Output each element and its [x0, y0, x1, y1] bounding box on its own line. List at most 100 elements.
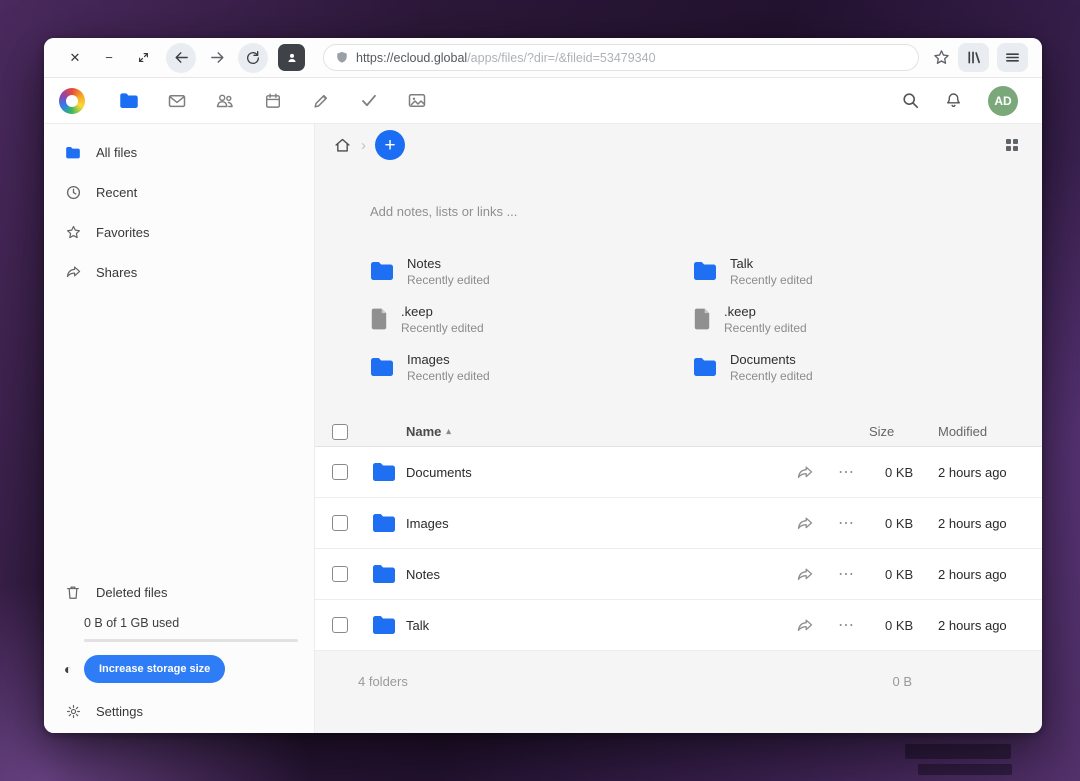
select-checkbox[interactable] — [332, 515, 348, 531]
sidebar-bottom: Deleted files 0 B of 1 GB used ◐ Increas… — [44, 572, 314, 731]
contacts-app-icon[interactable] — [201, 78, 249, 124]
grid-view-toggle-icon[interactable] — [1005, 138, 1019, 152]
url-bar[interactable]: https://ecloud.global/apps/files/?dir=/&… — [323, 44, 919, 71]
search-icon[interactable] — [902, 92, 919, 109]
reload-icon[interactable] — [238, 43, 268, 73]
desktop-watermark — [918, 764, 1012, 775]
menu-hamburger-icon[interactable] — [997, 43, 1028, 72]
new-file-button[interactable]: + — [375, 130, 405, 160]
file-name: Talk — [406, 618, 793, 633]
folder-icon — [693, 261, 717, 281]
select-checkbox[interactable] — [332, 566, 348, 582]
share-icon[interactable] — [793, 567, 817, 582]
folder-icon — [372, 513, 396, 533]
more-actions-icon[interactable]: ⋯ — [834, 615, 858, 635]
more-actions-icon[interactable]: ⋯ — [834, 513, 858, 533]
desktop-watermark — [905, 744, 1011, 759]
file-table-body: Documents ⋯ 0 KB 2 hours ago Images ⋯ 0 … — [315, 447, 1042, 651]
recommended-sub: Recently edited — [407, 369, 490, 383]
file-modified: 2 hours ago — [938, 465, 1034, 480]
table-row[interactable]: Talk ⋯ 0 KB 2 hours ago — [315, 600, 1042, 651]
select-checkbox[interactable] — [332, 617, 348, 633]
file-modified: 2 hours ago — [938, 516, 1034, 531]
ecloud-logo[interactable] — [59, 88, 85, 114]
app-switcher — [105, 78, 441, 124]
share-icon[interactable] — [793, 618, 817, 633]
mail-app-icon[interactable] — [153, 78, 201, 124]
tasks-app-icon[interactable] — [345, 78, 393, 124]
url-text: https://ecloud.global/apps/files/?dir=/&… — [356, 51, 656, 65]
table-row[interactable]: Notes ⋯ 0 KB 2 hours ago — [315, 549, 1042, 600]
sidebar-item-label: Recent — [96, 185, 137, 200]
trash-icon — [64, 585, 82, 600]
sidebar-item-settings[interactable]: Settings — [44, 691, 314, 731]
table-row[interactable]: Documents ⋯ 0 KB 2 hours ago — [315, 447, 1042, 498]
browser-profile-icon[interactable] — [278, 44, 305, 71]
recommended-files: NotesRecently edited TalkRecently edited… — [370, 252, 1042, 386]
recommended-sub: Recently edited — [724, 321, 807, 335]
quota-text: 0 B of 1 GB used — [44, 616, 314, 630]
recommended-item[interactable]: .keepRecently edited — [370, 300, 693, 338]
resize-icon[interactable] — [126, 51, 160, 64]
sidebar-item-label: Shares — [96, 265, 137, 280]
home-icon[interactable] — [334, 137, 351, 153]
table-row[interactable]: Images ⋯ 0 KB 2 hours ago — [315, 498, 1042, 549]
recommended-name: .keep — [724, 304, 807, 319]
increase-storage-button[interactable]: Increase storage size — [84, 655, 225, 683]
site-security-icon[interactable] — [336, 51, 348, 64]
plus-icon: + — [384, 136, 395, 155]
sidebar-item-favorites[interactable]: Favorites — [44, 212, 314, 252]
sidebar-item-all-files[interactable]: All files — [44, 132, 314, 172]
recommended-item[interactable]: TalkRecently edited — [693, 252, 1042, 290]
close-icon[interactable]: ✕ — [58, 50, 92, 66]
column-header-size[interactable]: Size — [860, 424, 938, 439]
minimize-icon[interactable]: − — [92, 50, 126, 65]
recommended-name: Images — [407, 352, 490, 367]
sidebar-item-label: Settings — [96, 704, 143, 719]
browser-toolbar: ✕ − https://ecloud.global/apps/files/?di… — [44, 38, 1042, 78]
file-name: Images — [406, 516, 793, 531]
recommended-sub: Recently edited — [730, 273, 813, 287]
share-icon — [64, 265, 82, 279]
recommended-item[interactable]: NotesRecently edited — [370, 252, 693, 290]
recommended-item[interactable]: .keep Recently edited — [693, 300, 1042, 338]
files-app-icon[interactable] — [105, 78, 153, 124]
chevron-right-icon: › — [361, 137, 366, 154]
calendar-app-icon[interactable] — [249, 78, 297, 124]
photos-app-icon[interactable] — [393, 78, 441, 124]
sidebar-item-recent[interactable]: Recent — [44, 172, 314, 212]
file-modified: 2 hours ago — [938, 567, 1034, 582]
back-icon[interactable] — [166, 43, 196, 73]
summary-folders: 4 folders — [358, 674, 408, 689]
folder-icon — [693, 357, 717, 377]
notifications-bell-icon[interactable] — [945, 92, 962, 109]
column-header-name[interactable]: Name ▴ — [406, 424, 858, 439]
sidebar-item-label: Deleted files — [96, 585, 168, 600]
file-table-summary: 4 folders 0 B — [315, 651, 1042, 711]
bookmark-star-icon[interactable] — [933, 49, 950, 66]
recommended-name: Documents — [730, 352, 813, 367]
select-checkbox[interactable] — [332, 464, 348, 480]
file-size: 0 KB — [860, 465, 938, 480]
more-actions-icon[interactable]: ⋯ — [834, 462, 858, 482]
share-icon[interactable] — [793, 465, 817, 480]
sidebar-item-shares[interactable]: Shares — [44, 252, 314, 292]
select-all-checkbox[interactable] — [332, 424, 348, 440]
notes-placeholder[interactable]: Add notes, lists or links ... — [370, 204, 1042, 219]
notes-app-icon[interactable] — [297, 78, 345, 124]
folder-icon — [372, 462, 396, 482]
sidebar-item-deleted-files[interactable]: Deleted files — [44, 572, 314, 612]
library-icon[interactable] — [958, 43, 989, 72]
user-avatar[interactable]: AD — [988, 86, 1018, 116]
more-actions-icon[interactable]: ⋯ — [834, 564, 858, 584]
share-icon[interactable] — [793, 516, 817, 531]
folder-icon — [370, 261, 394, 281]
folder-icon — [64, 146, 82, 159]
clock-icon — [64, 185, 82, 200]
file-size: 0 KB — [860, 567, 938, 582]
column-header-modified[interactable]: Modified — [938, 424, 1034, 439]
star-icon — [64, 225, 82, 240]
recommended-item[interactable]: DocumentsRecently edited — [693, 348, 1042, 386]
recommended-item[interactable]: Images Recently edited — [370, 348, 693, 386]
forward-icon[interactable] — [202, 43, 232, 73]
